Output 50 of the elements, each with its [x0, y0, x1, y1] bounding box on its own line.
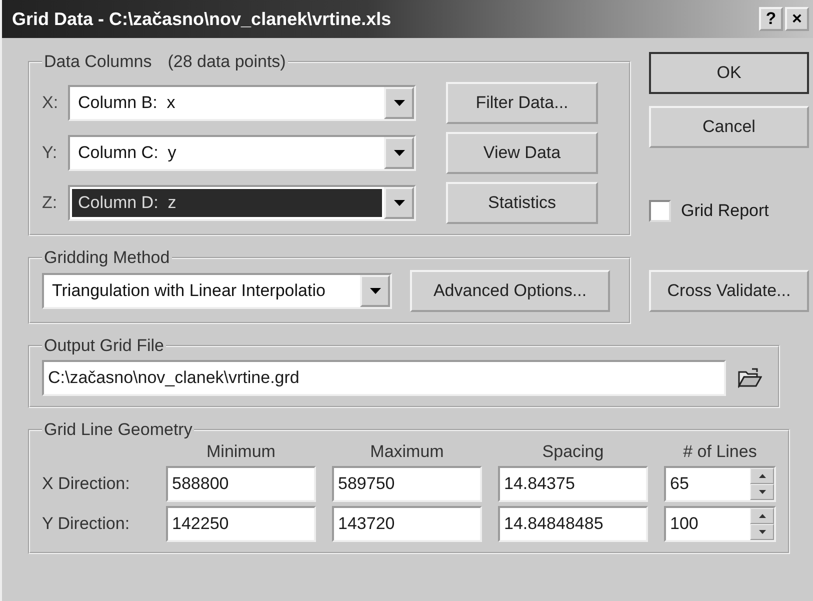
group-label: Gridding Method [44, 248, 170, 267]
advanced-options-button[interactable]: Advanced Options... [410, 270, 610, 312]
dropdown-button[interactable] [384, 87, 414, 119]
number-field[interactable]: 142250 [166, 506, 316, 542]
row-label: X Direction: [42, 474, 131, 494]
column-header: Spacing [541, 442, 605, 462]
folder-icon [738, 368, 762, 388]
checkbox-label: Grid Report [681, 201, 769, 221]
caret-icon [370, 288, 380, 294]
file-path-field[interactable]: C:\začasno\nov_clanek\vrtine.grd [42, 360, 726, 396]
window-title: Grid Data - C:\začasno\nov_clanek\vrtine.xls [12, 8, 392, 30]
caret-icon [394, 100, 404, 106]
dropdown-field[interactable]: Column D: z [68, 185, 416, 221]
action-button[interactable]: Statistics [446, 182, 598, 224]
spin-field[interactable]: 100 [664, 506, 776, 542]
help-button[interactable]: ? [759, 7, 783, 31]
group-label: Grid Line Geometry [44, 420, 192, 439]
spin-arrows-icon[interactable] [750, 468, 774, 500]
spin-field[interactable]: 65 [664, 466, 776, 502]
cross-validate-button[interactable]: Cross Validate... [649, 270, 809, 312]
spin-arrows-icon[interactable] [750, 508, 774, 540]
action-button[interactable]: Filter Data... [446, 82, 598, 124]
caret-icon [394, 200, 404, 206]
dropdown-button[interactable] [384, 187, 414, 219]
cancel-button[interactable]: Cancel [649, 106, 809, 148]
number-field[interactable]: 14.84848485 [498, 506, 648, 542]
axis-label: X: [42, 93, 60, 113]
data-count: (28 data points) [168, 52, 286, 71]
column-header: Minimum [206, 442, 276, 462]
column-header: Maximum [369, 442, 445, 462]
dropdown-field[interactable]: Triangulation with Linear Interpolatio [42, 273, 392, 309]
number-field[interactable]: 14.84375 [498, 466, 648, 502]
axis-label: Y: [42, 143, 58, 163]
ok-button[interactable]: OK [649, 52, 809, 94]
action-button[interactable]: View Data [446, 132, 598, 174]
number-field[interactable]: 143720 [332, 506, 482, 542]
axis-label: Z: [42, 193, 58, 213]
number-field[interactable]: 589750 [332, 466, 482, 502]
group-label: Output Grid File [44, 336, 164, 355]
checkbox[interactable] [649, 200, 671, 222]
dropdown-button[interactable] [384, 137, 414, 169]
column-header: # of Lines [682, 442, 758, 462]
number-field[interactable]: 588800 [166, 466, 316, 502]
dropdown-button[interactable] [360, 275, 390, 307]
row-label: Y Direction: [42, 514, 131, 534]
group-label: Data Columns [44, 52, 152, 71]
close-button[interactable]: × [785, 7, 809, 31]
dropdown-field[interactable]: Column C: y [68, 135, 416, 171]
dropdown-field[interactable]: Column B: x [68, 85, 416, 121]
caret-icon [394, 150, 404, 156]
